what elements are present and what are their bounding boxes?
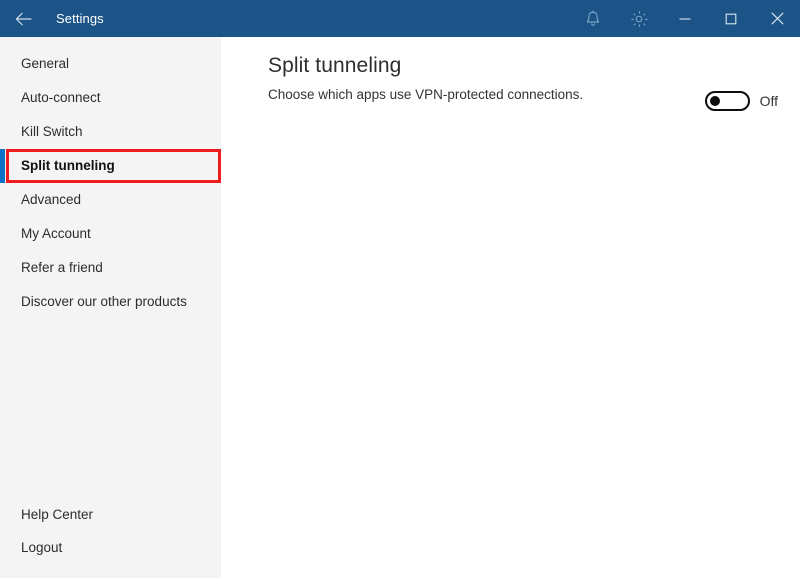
- sidebar-item-advanced[interactable]: Advanced: [0, 183, 221, 217]
- sidebar-item-label: Split tunneling: [21, 158, 115, 174]
- sidebar-item-label: Advanced: [21, 192, 82, 208]
- minimize-icon: [679, 13, 691, 25]
- notifications-button[interactable]: [570, 0, 616, 37]
- sidebar-item-label: Discover our other products: [21, 294, 187, 310]
- sidebar-item-label: My Account: [21, 226, 91, 242]
- sidebar-item-label: General: [21, 56, 70, 72]
- split-tunneling-toggle-row: Off: [704, 91, 778, 111]
- window-body: General Auto-connect Kill Switch Split t…: [0, 37, 800, 578]
- sidebar: General Auto-connect Kill Switch Split t…: [0, 37, 221, 578]
- window-title: Settings: [56, 11, 104, 26]
- back-button[interactable]: [0, 0, 46, 37]
- sidebar-item-kill-switch[interactable]: Kill Switch: [0, 115, 221, 149]
- toggle-state-label: Off: [759, 93, 778, 109]
- split-tunneling-toggle[interactable]: [704, 91, 750, 111]
- close-icon: [770, 12, 784, 25]
- sidebar-item-label: Help Center: [21, 506, 94, 522]
- toggle-knob: [709, 96, 720, 106]
- sidebar-item-auto-connect[interactable]: Auto-connect: [0, 81, 221, 115]
- maximize-button[interactable]: [708, 0, 754, 37]
- content-header: Split tunneling Choose which apps use VP…: [268, 52, 688, 104]
- bell-icon: [585, 9, 601, 28]
- sidebar-item-help-center[interactable]: Help Center: [0, 498, 221, 531]
- sidebar-item-general[interactable]: General: [0, 47, 221, 81]
- sidebar-item-discover-products[interactable]: Discover our other products: [0, 285, 221, 319]
- sidebar-item-split-tunneling[interactable]: Split tunneling: [0, 149, 221, 183]
- gear-icon: [630, 10, 648, 28]
- page-subtitle: Choose which apps use VPN-protected conn…: [268, 87, 584, 102]
- sidebar-item-label: Kill Switch: [21, 124, 83, 140]
- close-button[interactable]: [754, 0, 800, 37]
- sidebar-nav-list: General Auto-connect Kill Switch Split t…: [0, 47, 221, 319]
- settings-window: Settings General Auto-connect Kill Switc…: [0, 0, 800, 578]
- sidebar-item-label: Logout: [21, 539, 63, 555]
- sidebar-item-refer-a-friend[interactable]: Refer a friend: [0, 251, 221, 285]
- back-arrow-icon: [15, 12, 32, 26]
- sidebar-item-my-account[interactable]: My Account: [0, 217, 221, 251]
- settings-gear-button[interactable]: [616, 0, 662, 37]
- maximize-icon: [725, 13, 737, 25]
- sidebar-item-logout[interactable]: Logout: [0, 531, 221, 564]
- page-title: Split tunneling: [268, 54, 402, 77]
- main-content: Split tunneling Choose which apps use VP…: [221, 37, 800, 578]
- title-bar: Settings: [0, 0, 800, 37]
- minimize-button[interactable]: [662, 0, 708, 37]
- sidebar-item-label: Auto-connect: [21, 90, 101, 106]
- sidebar-bottom-list: Help Center Logout: [0, 498, 221, 564]
- sidebar-item-label: Refer a friend: [21, 260, 103, 276]
